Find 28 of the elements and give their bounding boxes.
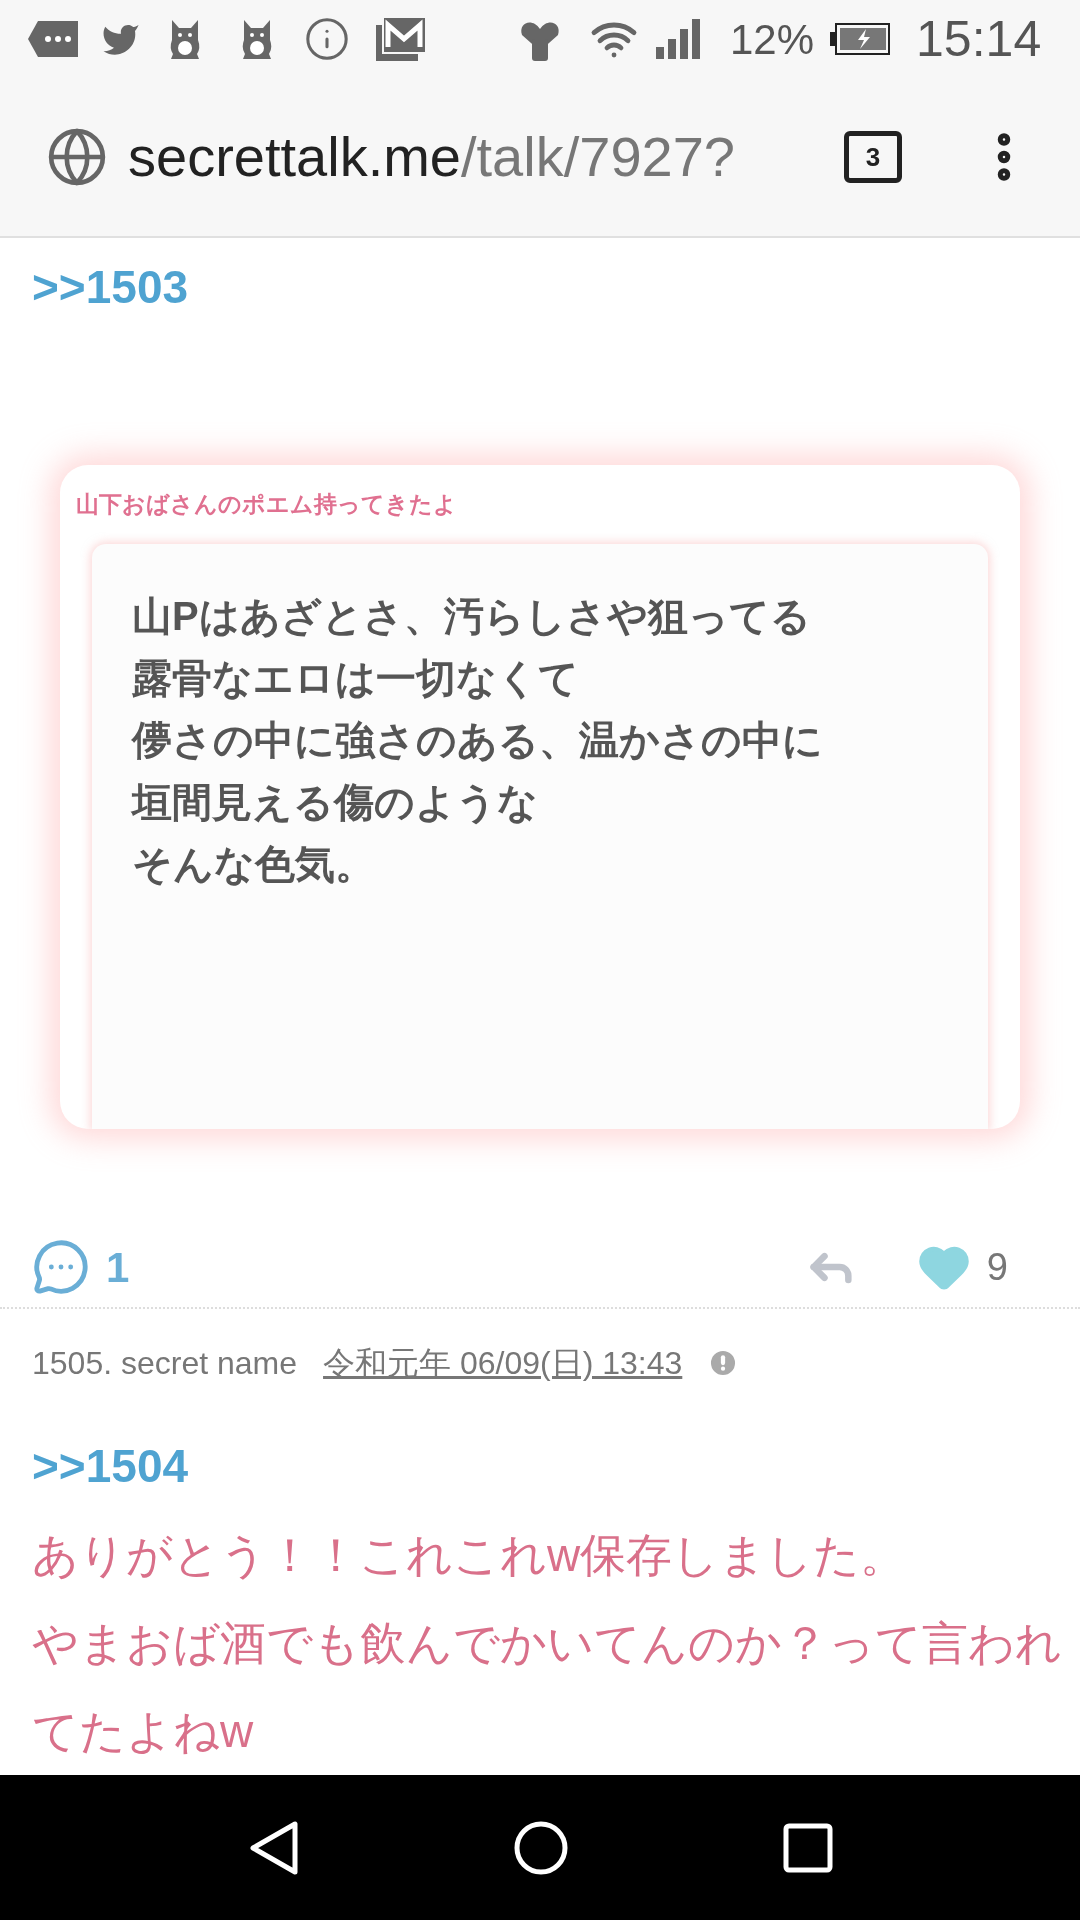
image-caption: 山下おばさんのポエム持ってきたよ — [76, 490, 458, 519]
author-name: 1505. secret name — [32, 1344, 298, 1383]
poem-line: 露骨なエロは一切なくて — [132, 655, 580, 700]
signal-icon — [656, 19, 702, 59]
poem-line: 儚さの中に強さのある、温かさの中に — [132, 717, 824, 762]
info-icon — [304, 16, 350, 62]
tab-count-button[interactable]: 3 — [844, 131, 902, 183]
chat-tag-icon — [28, 21, 78, 57]
recents-icon[interactable] — [783, 1822, 833, 1873]
mail-stack-icon — [376, 17, 426, 61]
home-icon[interactable] — [513, 1819, 569, 1876]
reply-link[interactable]: >>1504 — [32, 1443, 1048, 1489]
post-body: ありがとう！！これこれw保存しました。 やまおば酒でも飲んでかいてんのか？って言われてたよねw — [32, 1528, 1062, 1759]
poem-line: 垣間見える傷のような — [132, 779, 539, 824]
clock: 15:14 — [916, 9, 1042, 69]
bear-icon — [168, 18, 202, 60]
post-date[interactable]: 令和元年 06/09(日) 13:43 — [323, 1339, 683, 1387]
battery-charging-icon — [830, 23, 891, 55]
back-icon[interactable] — [247, 1819, 299, 1876]
like-count: 9 — [986, 1244, 1008, 1290]
url-field[interactable]: secrettalk.me/talk/7927? — [128, 115, 828, 199]
poem-line: そんな色気。 — [132, 841, 376, 886]
battery-percent: 12% — [730, 14, 815, 65]
comment-count: 1 — [106, 1242, 130, 1293]
poem-line: 山Pはあざとさ、汚らしさや狙ってる — [132, 593, 812, 638]
bear-icon — [240, 18, 274, 60]
reply-link[interactable]: >>1503 — [32, 264, 1048, 310]
globe-icon — [46, 126, 108, 188]
